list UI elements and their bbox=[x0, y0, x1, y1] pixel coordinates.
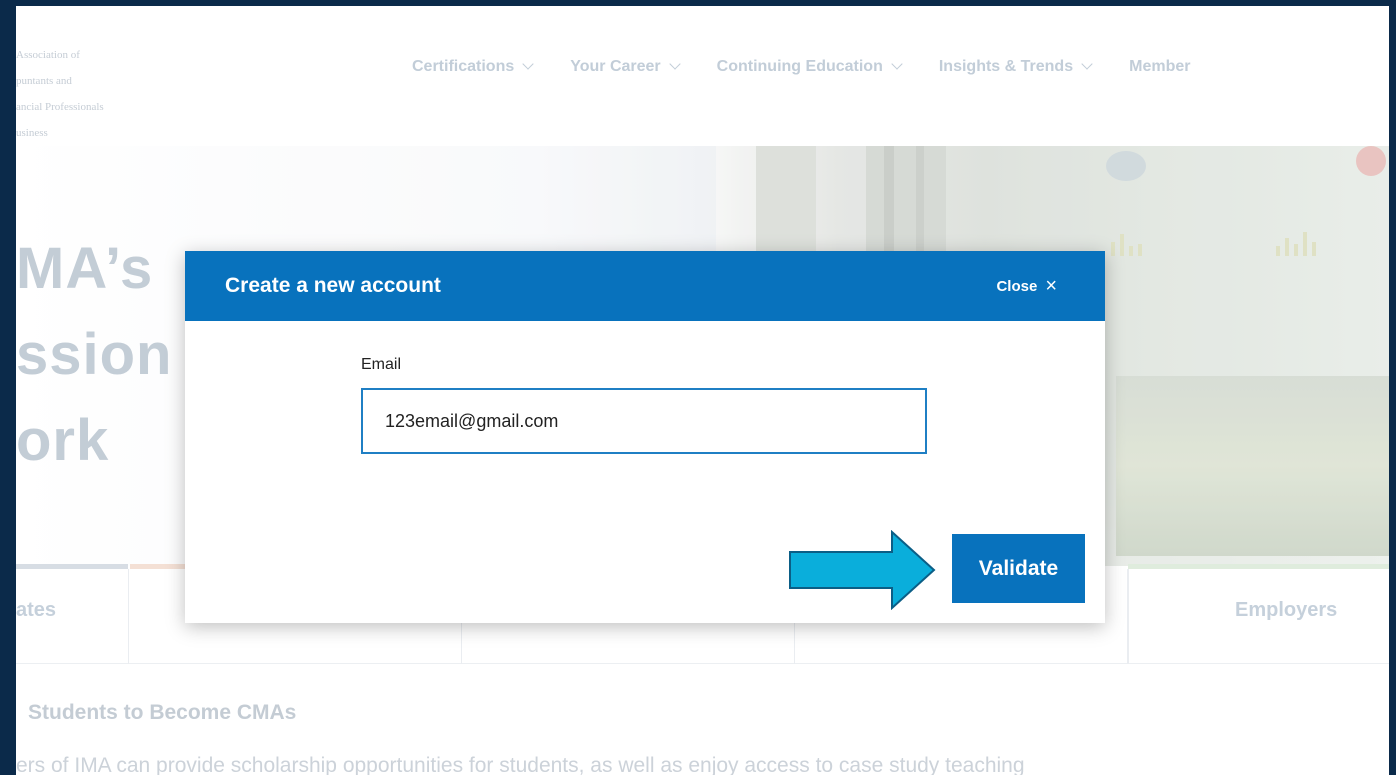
modal-header: Create a new account Close × bbox=[185, 251, 1105, 321]
validate-button[interactable]: Validate bbox=[952, 534, 1085, 603]
email-field[interactable] bbox=[361, 388, 927, 454]
arrow-right-icon bbox=[789, 530, 936, 610]
create-account-modal: Create a new account Close × Email Valid… bbox=[185, 251, 1105, 623]
close-button[interactable]: Close × bbox=[996, 276, 1057, 296]
close-label: Close bbox=[996, 277, 1038, 295]
page-frame: Association of puntants and ancial Profe… bbox=[16, 6, 1389, 775]
close-icon: × bbox=[1045, 275, 1057, 297]
email-label: Email bbox=[361, 356, 402, 373]
modal-title: Create a new account bbox=[225, 274, 441, 297]
